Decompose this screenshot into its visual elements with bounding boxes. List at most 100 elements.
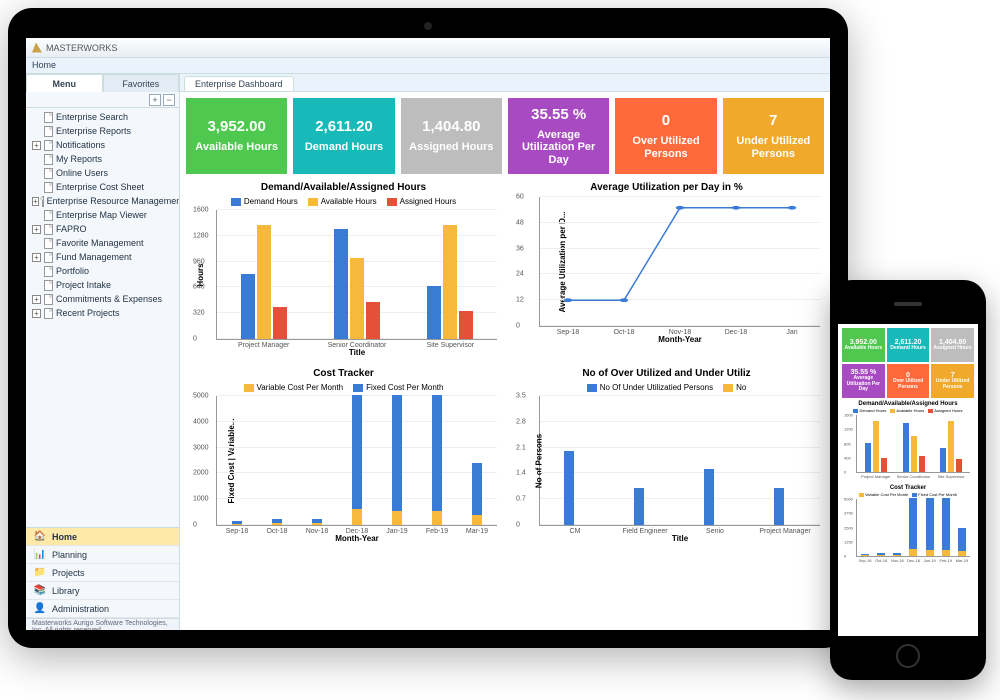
kpi-tile[interactable]: 1,404.80Assigned Hours — [401, 98, 502, 174]
bar[interactable] — [366, 302, 380, 339]
expand-icon[interactable]: + — [32, 253, 41, 262]
bar[interactable] — [312, 523, 322, 525]
tree-item[interactable]: Enterprise Cost Sheet — [26, 180, 179, 194]
y-tick: 24 — [516, 271, 524, 278]
bar[interactable] — [392, 395, 402, 511]
x-tick: Mar-19 — [466, 528, 488, 535]
y-tick: 2.1 — [516, 444, 526, 451]
bar[interactable] — [472, 463, 482, 515]
kpi-tile[interactable]: 3,952.00Available Hours — [186, 98, 287, 174]
chart-box: Cost TrackerVariable Cost Per MonthFixed… — [186, 368, 501, 546]
kpi-value: 3,952.00 — [207, 118, 265, 135]
legend-label: Variable Cost Per Month — [257, 383, 344, 392]
tree-item[interactable]: + FAPRO — [26, 222, 179, 236]
expand-icon[interactable]: + — [32, 197, 39, 206]
tree-item[interactable]: Portfolio — [26, 264, 179, 278]
tree-item[interactable]: Enterprise Search — [26, 110, 179, 124]
bar[interactable] — [472, 515, 482, 525]
bar-group — [610, 396, 680, 525]
administration-icon: 👤 — [34, 603, 46, 615]
bar[interactable] — [427, 286, 441, 339]
bar[interactable] — [352, 395, 362, 509]
document-icon — [44, 154, 53, 165]
chart-legend: Variable Cost Per MonthFixed Cost Per Mo… — [186, 383, 501, 392]
y-tick: 2.8 — [516, 418, 526, 425]
document-icon — [44, 224, 53, 235]
bar[interactable] — [352, 509, 362, 525]
bar[interactable] — [459, 311, 473, 339]
bar[interactable] — [392, 511, 402, 525]
y-tick: 3000 — [193, 444, 209, 451]
tree-item[interactable]: Favorite Management — [26, 236, 179, 250]
nav-item-home[interactable]: 🏠Home — [26, 528, 179, 546]
expand-icon[interactable]: + — [32, 141, 41, 150]
bar[interactable] — [774, 488, 784, 525]
expand-icon[interactable]: + — [32, 225, 41, 234]
tree-item-label: FAPRO — [56, 224, 87, 234]
tree-item-label: My Reports — [56, 154, 102, 164]
phone-kpi-tile[interactable]: 0Over Utilized Persons — [887, 364, 930, 398]
tree-item[interactable]: +Enterprise Resource Managemen — [26, 194, 179, 208]
tree-item[interactable]: +Commitments & Expenses — [26, 292, 179, 306]
tree-item[interactable]: My Reports — [26, 152, 179, 166]
bar[interactable] — [432, 511, 442, 525]
library-icon: 📚 — [34, 585, 46, 597]
sidebar-tab-favorites[interactable]: Favorites — [103, 74, 180, 92]
nav-item-library[interactable]: 📚Library — [26, 582, 179, 600]
tree-item[interactable]: Project Intake — [26, 278, 179, 292]
y-tick: 36 — [516, 245, 524, 252]
tab-enterprise-dashboard[interactable]: Enterprise Dashboard — [184, 76, 294, 91]
x-tick: CM — [570, 528, 581, 535]
y-tick: 48 — [516, 219, 524, 226]
tree-item[interactable]: Enterprise Reports — [26, 124, 179, 138]
tree-item[interactable]: +Notifications — [26, 138, 179, 152]
expand-all-button[interactable]: + — [149, 94, 161, 106]
phone-kpi-tile[interactable]: 1,404.80Assigned Hours — [931, 328, 974, 362]
bar[interactable] — [704, 469, 714, 525]
bar[interactable] — [272, 523, 282, 525]
expand-icon[interactable]: + — [32, 295, 41, 304]
tree-item[interactable]: +Recent Projects — [26, 306, 179, 320]
bar-group — [217, 396, 257, 525]
collapse-all-button[interactable]: − — [163, 94, 175, 106]
phone-kpi-tile[interactable]: 35.55 %Average Utilization Per Day — [842, 364, 885, 398]
bar[interactable] — [634, 488, 644, 525]
bar[interactable] — [350, 258, 364, 339]
nav-item-administration[interactable]: 👤Administration — [26, 600, 179, 618]
tree-item[interactable]: Online Users — [26, 166, 179, 180]
phone-kpi-tile[interactable]: 3,952.00Available Hours — [842, 328, 885, 362]
kpi-tile[interactable]: 0Over Utilized Persons — [615, 98, 716, 174]
bar[interactable] — [432, 395, 442, 511]
title-bar: MASTERWORKS — [26, 38, 830, 58]
kpi-tile[interactable]: 2,611.20Demand Hours — [293, 98, 394, 174]
bar[interactable] — [273, 307, 287, 340]
bar[interactable] — [443, 225, 457, 339]
sidebar-tab-menu[interactable]: Menu — [26, 74, 103, 92]
x-tick: Jan — [786, 329, 797, 336]
chart-box: Demand/Available/Assigned HoursDemand Ho… — [186, 182, 501, 360]
breadcrumb[interactable]: Home — [26, 58, 830, 74]
kpi-tile[interactable]: 7Under Utilized Persons — [723, 98, 824, 174]
nav-item-projects[interactable]: 📁Projects — [26, 564, 179, 582]
bar[interactable] — [241, 274, 255, 339]
phone-home-button[interactable] — [896, 644, 920, 668]
chart-legend: Demand HoursAvailable HoursAssigned Hour… — [186, 197, 501, 206]
bar[interactable] — [564, 451, 574, 525]
x-tick: Nov-18 — [306, 528, 329, 535]
nav-item-planning[interactable]: 📊Planning — [26, 546, 179, 564]
legend-swatch — [723, 384, 733, 392]
kpi-tile[interactable]: 35.55 %Average Utilization Per Day — [508, 98, 609, 174]
phone-kpi-row: 3,952.00Available Hours2,611.20Demand Ho… — [842, 328, 974, 362]
x-axis-label: Title — [672, 534, 688, 543]
bar[interactable] — [334, 229, 348, 339]
bar[interactable] — [232, 524, 242, 525]
phone-kpi-tile[interactable]: 2,611.20Demand Hours — [887, 328, 930, 362]
bar[interactable] — [257, 225, 271, 339]
tree-item[interactable]: Enterprise Map Viewer — [26, 208, 179, 222]
legend-label: No — [736, 383, 746, 392]
phone-kpi-tile[interactable]: 7Under Utilized Persons — [931, 364, 974, 398]
expand-icon[interactable]: + — [32, 309, 41, 318]
tree-item-label: Enterprise Map Viewer — [56, 210, 147, 220]
tree-item[interactable]: +Fund Management — [26, 250, 179, 264]
chart-plot-area: No of PersonsTitle00.71.42.12.83.5CMFiel… — [539, 396, 820, 526]
